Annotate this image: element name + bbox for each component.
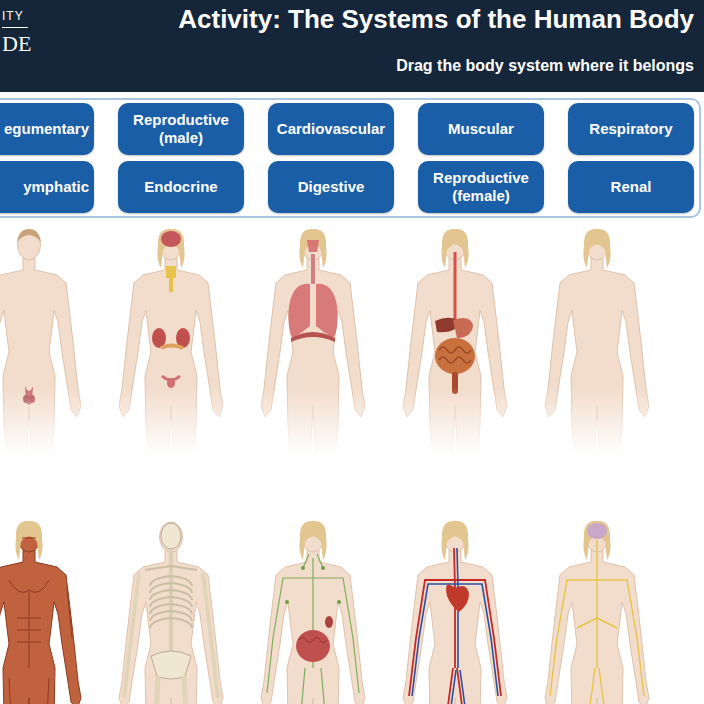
header-bar: ITYDE Activity: The Systems of the Human … — [0, 0, 704, 92]
system-bank: egumentary Reproductive (male) Cardiovascu… — [0, 98, 701, 218]
system-label-text[interactable]: Reproductive (female) — [422, 169, 540, 205]
system-label[interactable]: Endocrine — [118, 161, 244, 213]
logo-line: DE — [2, 28, 31, 57]
human-body-icon — [253, 518, 373, 704]
system-label-text[interactable]: Renal — [611, 178, 652, 196]
system-label[interactable]: Reproductive (female) — [418, 161, 544, 213]
system-label[interactable]: egumentary — [0, 103, 94, 155]
system-label-text[interactable]: Muscular — [448, 120, 514, 138]
system-label[interactable]: Digestive — [268, 161, 394, 213]
human-body-icon — [537, 518, 657, 704]
body-figure — [0, 226, 89, 456]
human-body-icon — [111, 518, 231, 704]
body-figure — [395, 518, 515, 704]
body-figure — [253, 226, 373, 456]
body-figure — [111, 226, 231, 456]
system-label-text[interactable]: Cardiovascular — [277, 120, 385, 138]
instructions: Drag the body system where it belongs — [396, 57, 694, 75]
system-label[interactable]: ymphatic — [0, 161, 94, 213]
logo-line: ITY — [2, 9, 28, 28]
system-label-text[interactable]: egumentary — [4, 120, 89, 138]
system-label-text[interactable]: Endocrine — [144, 178, 217, 196]
human-body-icon — [537, 226, 657, 456]
system-label[interactable]: Renal — [568, 161, 694, 213]
body-figures — [0, 226, 704, 704]
title-block: Activity: The Systems of the Human Body D… — [178, 0, 694, 92]
human-body-icon — [111, 226, 231, 456]
human-body-icon — [0, 226, 89, 456]
human-body-icon — [395, 226, 515, 456]
system-label-text[interactable]: Reproductive (male) — [122, 111, 240, 147]
body-figure — [537, 226, 657, 456]
human-body-icon — [395, 518, 515, 704]
human-body-icon — [0, 518, 89, 704]
system-label-text[interactable]: Respiratory — [589, 120, 672, 138]
body-figure — [0, 518, 89, 704]
system-label[interactable]: Cardiovascular — [268, 103, 394, 155]
page-title: Activity: The Systems of the Human Body — [178, 5, 694, 35]
system-label[interactable]: Reproductive (male) — [118, 103, 244, 155]
system-label-text[interactable]: ymphatic — [23, 178, 89, 196]
body-figure — [395, 226, 515, 456]
university-logo: ITYDE — [2, 0, 36, 92]
system-label[interactable]: Respiratory — [568, 103, 694, 155]
system-label[interactable]: Muscular — [418, 103, 544, 155]
body-figure — [111, 518, 231, 704]
body-figure — [253, 518, 373, 704]
body-figure — [537, 518, 657, 704]
system-label-text[interactable]: Digestive — [298, 178, 365, 196]
human-body-icon — [253, 226, 373, 456]
